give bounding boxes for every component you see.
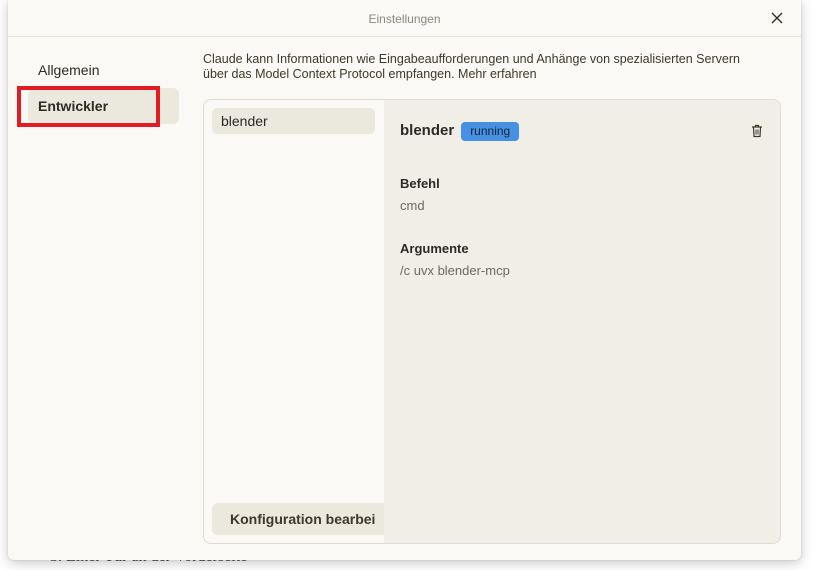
server-name: blender [400, 122, 455, 139]
arguments-label: Argumente [400, 241, 469, 256]
trash-icon [752, 124, 762, 138]
dialog-title: Einstellungen [368, 12, 441, 26]
server-list: blender Konfiguration bearbei [204, 100, 384, 543]
command-label: Befehl [400, 176, 440, 191]
title-bar: Einstellungen [8, 0, 801, 37]
sidebar-item-label: Entwickler [38, 98, 109, 114]
close-icon [771, 12, 783, 24]
server-list-item-label: blender [221, 113, 268, 129]
edit-config-button[interactable]: Konfiguration bearbei [212, 503, 384, 535]
description-line-1: Claude kann Informationen wie Eingabeauf… [203, 52, 740, 66]
description-text: über das Model Context Protocol empfange… [203, 67, 455, 81]
developer-description: Claude kann Informationen wie Eingabeauf… [203, 52, 740, 82]
server-detail: blender running Befehl cmd Argumente /c … [384, 100, 780, 543]
sidebar-item-entwickler[interactable]: Entwickler [28, 88, 179, 124]
server-list-item[interactable]: blender [212, 108, 375, 134]
delete-server-button[interactable] [751, 124, 763, 138]
close-button[interactable] [767, 8, 787, 28]
settings-dialog: Einstellungen Allgemein Entwickler Claud… [8, 0, 801, 560]
mcp-server-panel: blender Konfiguration bearbei blender ru… [203, 99, 781, 544]
sidebar-item-label: Allgemein [38, 62, 100, 78]
sidebar-item-allgemein[interactable]: Allgemein [28, 52, 179, 88]
description-line-2: über das Model Context Protocol empfange… [203, 67, 740, 82]
command-value: cmd [400, 198, 425, 213]
edit-config-label: Konfiguration bearbei [230, 511, 376, 527]
arguments-value: /c uvx blender-mcp [400, 263, 510, 278]
server-detail-header: blender running [400, 121, 520, 141]
status-badge: running [461, 121, 520, 141]
learn-more-link[interactable]: Mehr erfahren [458, 67, 537, 81]
